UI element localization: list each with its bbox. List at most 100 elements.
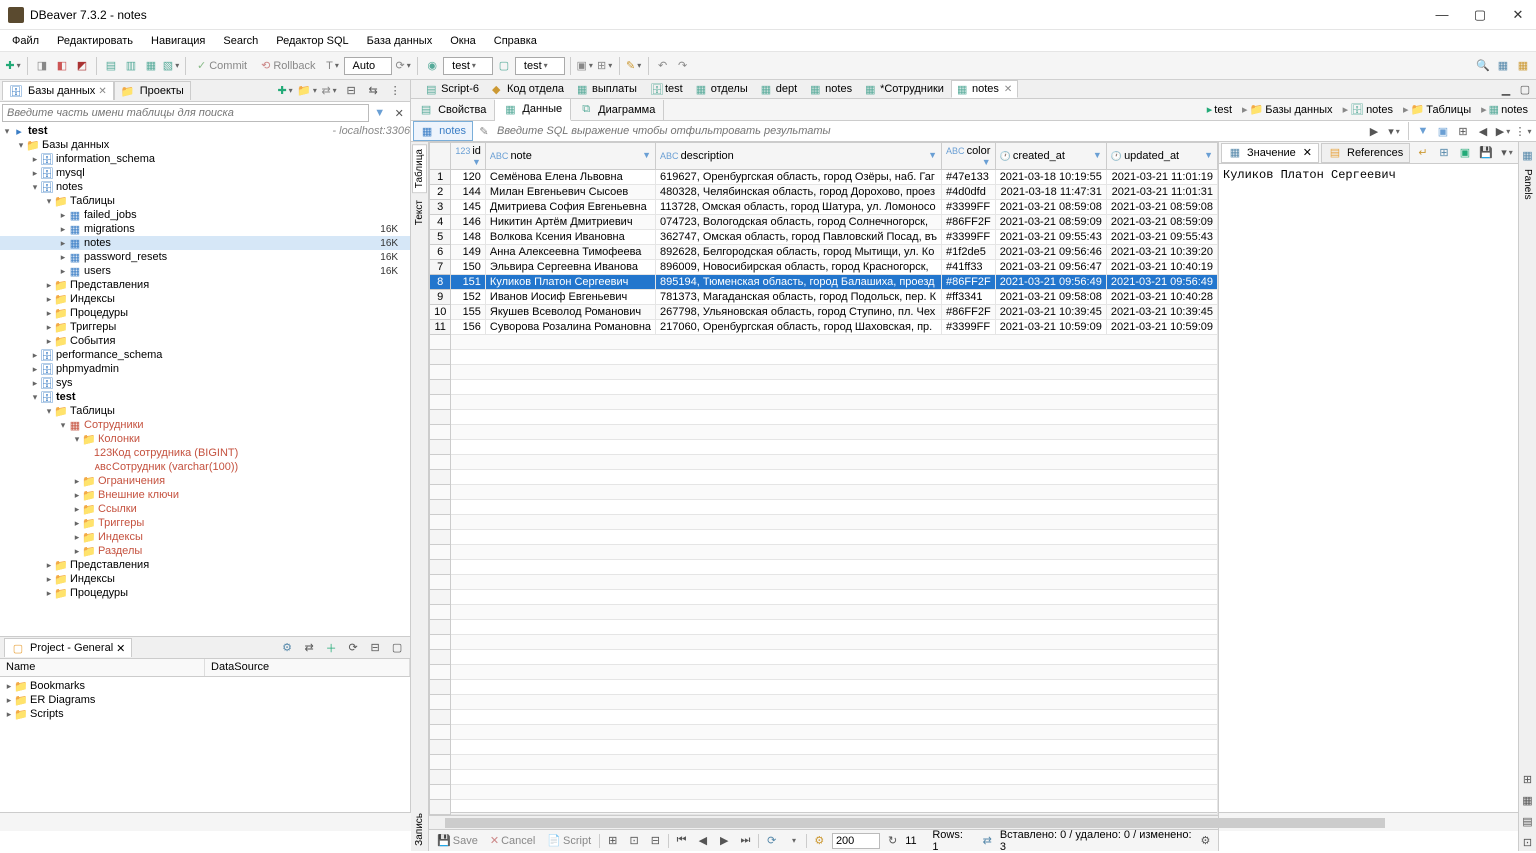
tree-schema-mysql[interactable]: ▸🗄mysql: [0, 166, 410, 180]
cell-updated[interactable]: 2021-03-21 10:39:20: [1106, 245, 1217, 260]
cell-created[interactable]: 2021-03-21 09:58:08: [995, 290, 1106, 305]
vp-save-icon[interactable]: 💾: [1477, 144, 1495, 162]
tab-projects[interactable]: 📁 Проекты: [114, 81, 191, 100]
new-conn-tree-icon[interactable]: ✚: [276, 82, 294, 100]
tree-table-notes[interactable]: ▸▦notes16K: [0, 236, 410, 250]
status-gear-icon[interactable]: ⚙: [1197, 832, 1214, 850]
rs-ico2[interactable]: ▦: [1519, 791, 1536, 809]
filter-history-icon[interactable]: ▾: [1385, 122, 1403, 140]
table-row[interactable]: 3145Дмитриева София Евгеньевна113728, Ом…: [430, 200, 1218, 215]
row-number[interactable]: 6: [430, 245, 451, 260]
cell-updated[interactable]: 2021-03-21 10:39:45: [1106, 305, 1217, 320]
vt-table[interactable]: Таблица: [412, 144, 427, 193]
corner-header[interactable]: [430, 143, 451, 170]
cell-id[interactable]: 156: [451, 320, 486, 335]
tree-views[interactable]: ▸📁Представления: [0, 278, 410, 292]
db-icon[interactable]: ◉: [423, 57, 441, 75]
close-icon[interactable]: ✕: [1004, 84, 1012, 95]
editor-tab-6[interactable]: ▦notes: [804, 80, 858, 98]
cell-created[interactable]: 2021-03-21 09:55:43: [995, 230, 1106, 245]
row-number[interactable]: 1: [430, 170, 451, 185]
editor-tab-5[interactable]: ▦dept: [755, 80, 803, 98]
maximize-button[interactable]: ▢: [1470, 7, 1490, 23]
cell-updated[interactable]: 2021-03-21 09:55:43: [1106, 230, 1217, 245]
tree-schema-sys[interactable]: ▸🗄sys: [0, 376, 410, 390]
sql-recent-icon[interactable]: ▦: [142, 57, 160, 75]
row-number[interactable]: 11: [430, 320, 451, 335]
proj-er[interactable]: ▸📁ER Diagrams: [0, 693, 410, 707]
cell-updated[interactable]: 2021-03-21 10:59:09: [1106, 320, 1217, 335]
cell-note[interactable]: Дмитриева София Евгеньевна: [485, 200, 655, 215]
tree-test-tables[interactable]: ▾📁Таблицы: [0, 404, 410, 418]
cell-color[interactable]: #41ff33: [942, 260, 996, 275]
proj-link-icon[interactable]: ⇄: [300, 639, 318, 657]
tree-test-procs[interactable]: ▸📁Процедуры: [0, 586, 410, 600]
panel-back-icon[interactable]: ◀: [1474, 122, 1492, 140]
rs-ico1[interactable]: ⊞: [1519, 770, 1536, 788]
script-button[interactable]: 📄Script: [543, 834, 595, 847]
tree-table-failed-jobs[interactable]: ▸▦failed_jobs: [0, 208, 410, 222]
sql-icon[interactable]: ▧: [162, 57, 180, 75]
cell-desc[interactable]: 619627, Оренбургская область, город Озёр…: [656, 170, 942, 185]
editor-tab-4[interactable]: ▦отделы: [690, 80, 754, 98]
crumb-1[interactable]: ▸📁Базы данных: [1238, 102, 1337, 117]
cell-note[interactable]: Эльвира Сергеевна Иванова: [485, 260, 655, 275]
panel-fwd-icon[interactable]: ▶: [1494, 122, 1512, 140]
vp-open-icon[interactable]: ▣: [1456, 144, 1474, 162]
project-tree[interactable]: ▸📁Bookmarks ▸📁ER Diagrams ▸📁Scripts: [0, 677, 410, 812]
cell-color[interactable]: #4d0dfd: [942, 185, 996, 200]
tree-connection[interactable]: ▾▸test - localhost:3306: [0, 124, 410, 138]
row-add-icon[interactable]: ⊞: [604, 832, 621, 850]
cell-color[interactable]: #3399FF: [942, 200, 996, 215]
cell-note[interactable]: Милан Евгеньевич Сысоев: [485, 185, 655, 200]
cell-id[interactable]: 151: [451, 275, 486, 290]
db-tree[interactable]: ▾▸test - localhost:3306 ▾📁Базы данных ▸🗄…: [0, 124, 410, 636]
tree-trg[interactable]: ▸📁Триггеры: [0, 516, 410, 530]
editor-tab-3[interactable]: 🗄test: [644, 80, 689, 98]
row-number[interactable]: 9: [430, 290, 451, 305]
filter-edit-icon[interactable]: ✎: [475, 122, 493, 140]
cell-color[interactable]: #86FF2F: [942, 305, 996, 320]
h-scrollbar[interactable]: [429, 815, 1218, 829]
proj-refresh-icon[interactable]: ⟳: [344, 639, 362, 657]
table-row[interactable]: 11156Суворова Розалина Романовна217060, …: [430, 320, 1218, 335]
panels-label[interactable]: Panels: [1521, 167, 1534, 202]
row-number[interactable]: 7: [430, 260, 451, 275]
auto-combo[interactable]: Auto: [344, 57, 393, 75]
proj-bookmarks[interactable]: ▸📁Bookmarks: [0, 679, 410, 693]
tree-cols-folder[interactable]: ▾📁Колонки: [0, 432, 410, 446]
cell-note[interactable]: Якушев Всеволод Романович: [485, 305, 655, 320]
cell-color[interactable]: #3399FF: [942, 320, 996, 335]
filter-icon[interactable]: ▼: [371, 104, 389, 122]
col-name-header[interactable]: Name: [0, 659, 205, 676]
col-filter-icon[interactable]: ▼: [928, 150, 937, 160]
cell-id[interactable]: 150: [451, 260, 486, 275]
col-header-description[interactable]: ABCdescription▼: [656, 143, 942, 170]
col-filter-icon[interactable]: ▼: [642, 150, 651, 160]
editor-tab-7[interactable]: ▦*Сотрудники: [859, 80, 950, 98]
perspective-icon[interactable]: ▦: [1494, 57, 1512, 75]
rs-ico4[interactable]: ⊡: [1519, 833, 1536, 851]
editors-min-icon[interactable]: ▁: [1497, 80, 1515, 98]
table-row[interactable]: 1120Семёнова Елена Львовна619627, Оренбу…: [430, 170, 1218, 185]
menu-nav[interactable]: Навигация: [143, 33, 213, 49]
tree-trigs[interactable]: ▸📁Триггеры: [0, 320, 410, 334]
commit-button[interactable]: ✓Commit: [191, 57, 253, 74]
cell-updated[interactable]: 2021-03-21 10:40:19: [1106, 260, 1217, 275]
nav-next-icon[interactable]: ▶: [716, 832, 733, 850]
proj-max-icon[interactable]: ▢: [388, 639, 406, 657]
col-header-id[interactable]: 123id▼: [451, 143, 486, 170]
tree-col-1[interactable]: 123Код сотрудника (BIGINT): [0, 446, 410, 460]
panel-columns-icon[interactable]: ⊞: [1454, 122, 1472, 140]
tree-test-indexes[interactable]: ▸📁Индексы: [0, 572, 410, 586]
menu-edit[interactable]: Редактировать: [49, 33, 141, 49]
crumb-3[interactable]: ▸📁Таблицы: [1399, 102, 1475, 117]
cell-updated[interactable]: 2021-03-21 08:59:09: [1106, 215, 1217, 230]
dashboard-icon[interactable]: ▣: [576, 57, 594, 75]
cell-created[interactable]: 2021-03-21 08:59:09: [995, 215, 1106, 230]
tree-schema-notes[interactable]: ▾🗄notes: [0, 180, 410, 194]
close-button[interactable]: ✕: [1508, 7, 1528, 23]
schema-icon[interactable]: ▢: [495, 57, 513, 75]
col-filter-icon[interactable]: ▼: [1093, 150, 1102, 160]
table-row[interactable]: 7150Эльвира Сергеевна Иванова896009, Нов…: [430, 260, 1218, 275]
